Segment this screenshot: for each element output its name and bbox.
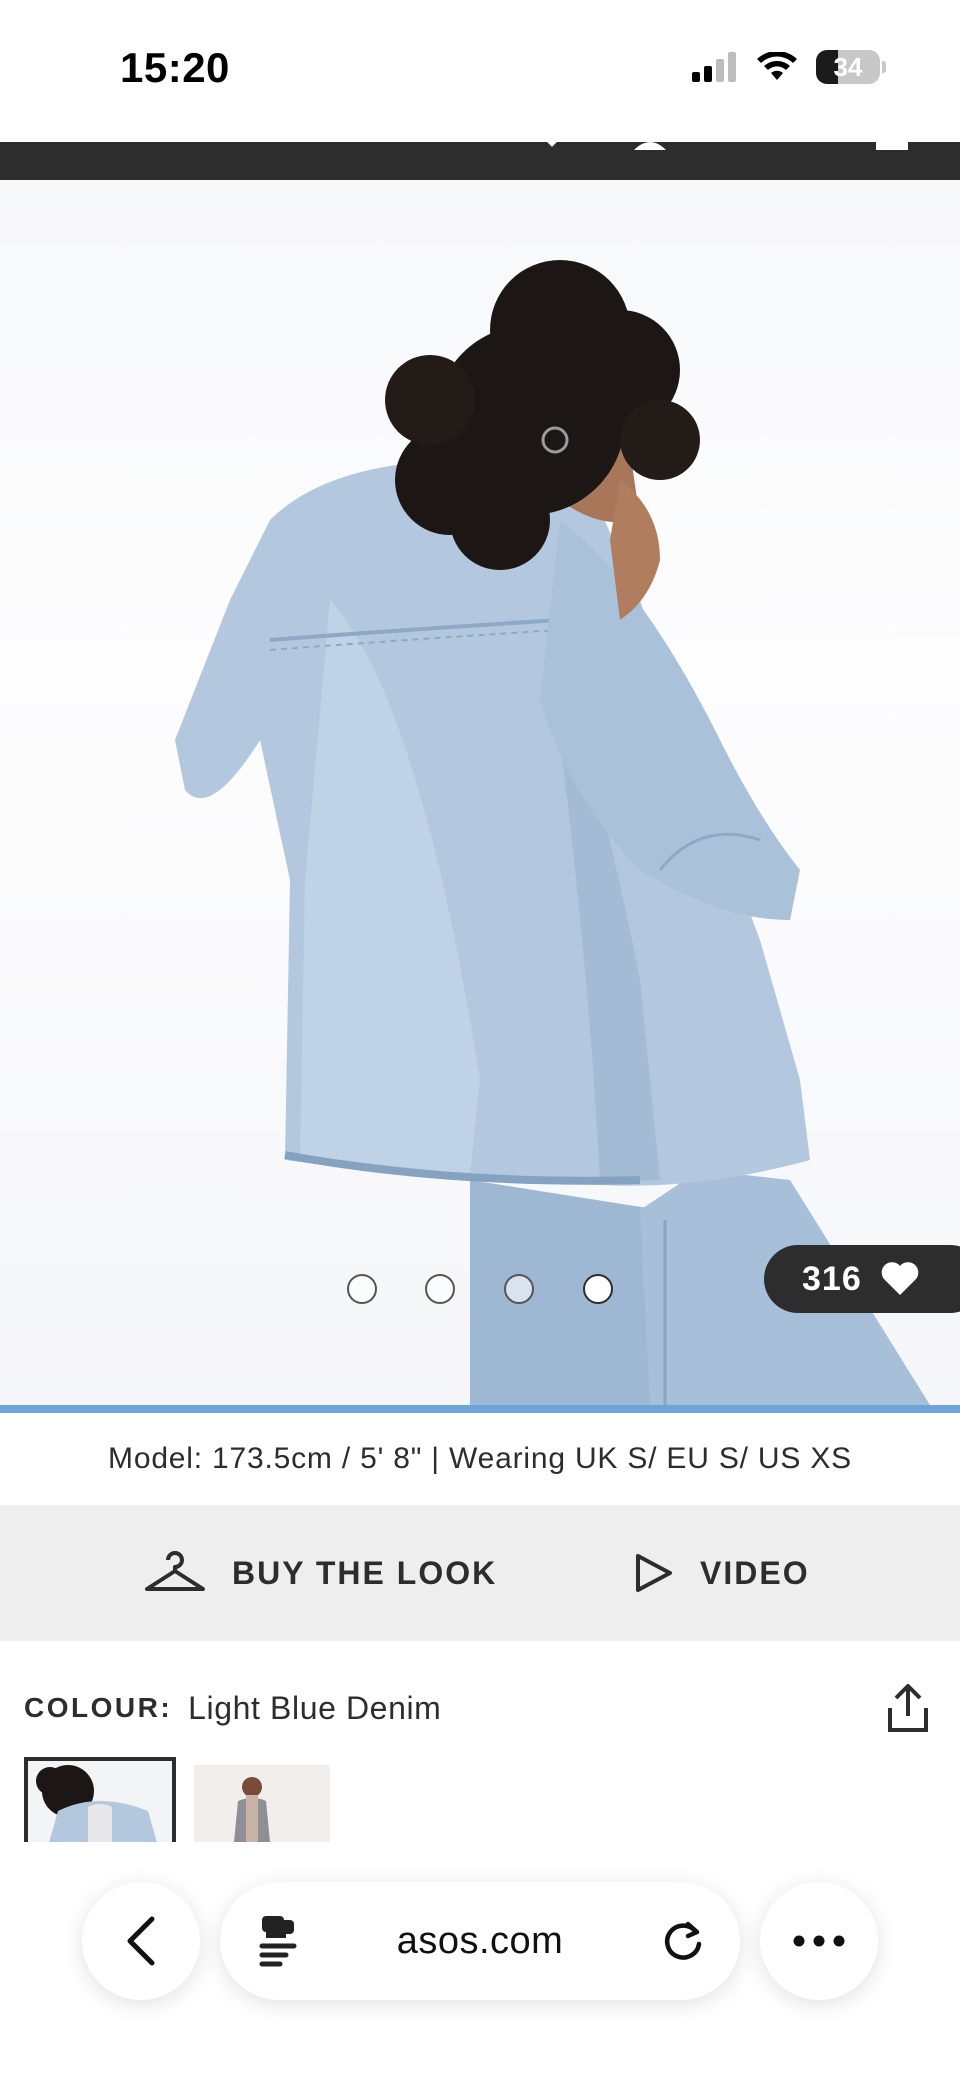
gallery-dot-active[interactable] <box>583 1274 613 1304</box>
colour-row: COLOUR: Light Blue Denim <box>24 1680 936 1736</box>
colour-swatch-selected[interactable] <box>24 1757 176 1842</box>
hanger-icon <box>145 1551 205 1591</box>
status-icons: 34 <box>692 50 886 84</box>
browser-back-button[interactable] <box>82 1882 200 2000</box>
address-bar[interactable]: asos.com <box>220 1882 740 2000</box>
gallery-dot[interactable] <box>425 1274 455 1304</box>
colour-swatch[interactable] <box>194 1765 330 1842</box>
gallery-progress-fill <box>0 1405 960 1413</box>
colour-swatches <box>24 1757 330 1842</box>
heart-icon <box>881 1262 919 1295</box>
video-button[interactable]: VIDEO <box>634 1505 810 1641</box>
buy-the-look-button[interactable]: BUY THE LOOK <box>144 1505 497 1641</box>
swatch-thumbnail <box>28 1761 172 1842</box>
colour-value: Light Blue Denim <box>188 1689 442 1726</box>
gallery-dot[interactable] <box>504 1274 534 1304</box>
swatch-thumbnail <box>194 1765 330 1842</box>
colour-label: COLOUR: <box>24 1692 173 1723</box>
video-label: VIDEO <box>700 1554 810 1591</box>
header-bag-icon[interactable] <box>872 142 912 154</box>
battery-icon: 34 <box>816 50 886 84</box>
product-image-gallery[interactable]: 316 <box>0 180 960 1405</box>
header-chevron-icon[interactable] <box>532 142 572 154</box>
gallery-progress-bar <box>0 1405 960 1413</box>
model-info: Model: 173.5cm / 5' 8" | Wearing UK S/ E… <box>108 1442 852 1475</box>
signal-icon <box>692 52 736 82</box>
buy-the-look-label: BUY THE LOOK <box>232 1554 498 1591</box>
like-count: 316 <box>802 1259 862 1298</box>
product-actions-bar: BUY THE LOOK VIDEO <box>0 1505 960 1641</box>
share-icon[interactable] <box>880 1680 936 1736</box>
battery-nub <box>882 61 886 73</box>
product-photo <box>175 260 930 1405</box>
site-header <box>0 142 960 180</box>
status-time: 15:20 <box>120 44 230 91</box>
battery-level-text: 34 <box>833 52 863 82</box>
reload-icon[interactable] <box>660 1918 706 1964</box>
play-icon <box>636 1554 672 1592</box>
browser-more-button[interactable] <box>760 1882 878 2000</box>
gallery-dot[interactable] <box>347 1274 377 1304</box>
save-for-later-button[interactable]: 316 <box>764 1245 960 1313</box>
wifi-icon <box>757 52 797 80</box>
status-bar: 15:20 34 <box>0 0 960 142</box>
header-account-icon[interactable] <box>630 142 670 154</box>
back-icon <box>127 1916 155 1966</box>
more-icon <box>793 1935 845 1947</box>
